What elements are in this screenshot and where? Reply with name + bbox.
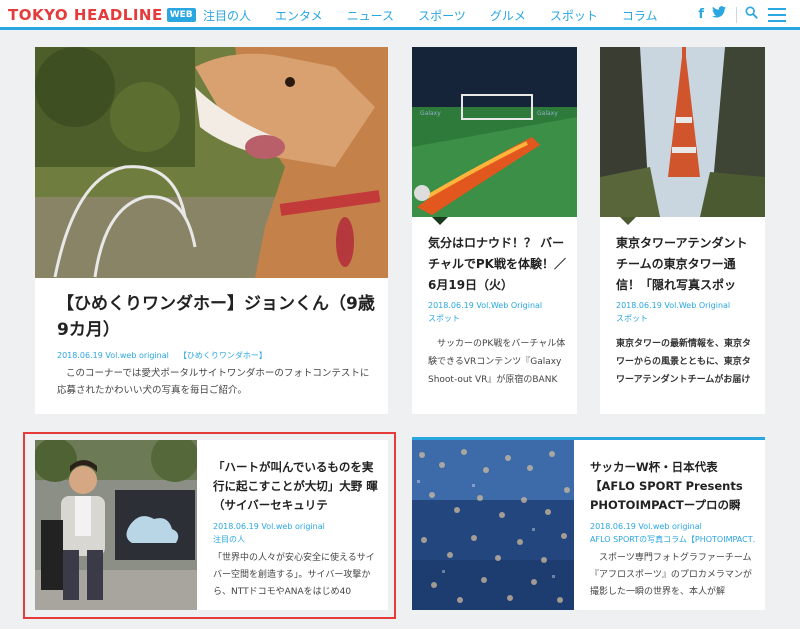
article-meta: 2018.06.19 Vol.Web Original スポット bbox=[616, 299, 758, 325]
search-icon[interactable] bbox=[745, 5, 758, 25]
svg-text:Galaxy: Galaxy bbox=[420, 110, 441, 117]
article-card-dog[interactable]: 【ひめくりワンダホー】ジョンくん（9歳9カ月） 2018.06.19 Vol.w… bbox=[35, 47, 388, 414]
tokyo-tower-photo[interactable] bbox=[600, 47, 765, 217]
nav-item-column[interactable]: コラム bbox=[622, 7, 658, 24]
article-title[interactable]: 【ひめくりワンダホー】ジョンくん（9歳9カ月） bbox=[57, 291, 375, 343]
article-date: 2018.06.19 Vol.web original bbox=[57, 351, 169, 360]
article-meta: 2018.06.19 Vol.Web Original スポット bbox=[428, 299, 570, 325]
article-card-pk[interactable]: Galaxy Galaxy 気分はロナウド！？ バーチャルでPK戦を体験！／6月… bbox=[412, 47, 577, 414]
article-tag[interactable]: スポット bbox=[428, 312, 570, 325]
article-tag[interactable]: スポット bbox=[616, 312, 758, 325]
menu-icon[interactable] bbox=[768, 8, 786, 22]
article-title[interactable]: サッカーW杯・日本代表【AFLO SPORT Presents PHOTOIMP… bbox=[590, 458, 756, 515]
pk-vr-photo[interactable]: Galaxy Galaxy bbox=[412, 47, 577, 217]
svg-text:Galaxy: Galaxy bbox=[537, 110, 558, 117]
site-header: TOKYO HEADLINE WEB 注目の人 エンタメ ニュース スポーツ グ… bbox=[0, 0, 800, 30]
header-divider bbox=[736, 7, 737, 23]
article-tag[interactable]: 【ひめくりワンダホー】 bbox=[179, 351, 267, 360]
nav-item-news[interactable]: ニュース bbox=[347, 7, 394, 24]
nav-item-spot[interactable]: スポット bbox=[550, 7, 598, 24]
nav-item-entertainment[interactable]: エンタメ bbox=[275, 7, 323, 24]
article-date: 2018.06.19 Vol.Web Original bbox=[428, 301, 543, 310]
site-logo[interactable]: TOKYO HEADLINE WEB bbox=[8, 6, 196, 24]
nav-item-sports[interactable]: スポーツ bbox=[418, 7, 466, 24]
soccer-crowd-photo[interactable] bbox=[412, 440, 574, 610]
article-excerpt: 東京タワーの最新情報を、東京タワーからの風景とともに、東京タワーアテンダントチー… bbox=[616, 339, 752, 385]
article-excerpt: 「世界中の人々が安心安全に使えるサイバー空間を創造する」。サイバー攻撃から、NT… bbox=[213, 553, 375, 597]
nav-item-people[interactable]: 注目の人 bbox=[203, 7, 251, 24]
article-date: 2018.06.19 Vol.web original bbox=[213, 522, 325, 531]
article-excerpt: スポーツ専門フォトグラファーチーム『アフロスポーツ』のプロカメラマンが撮影した一… bbox=[590, 553, 752, 597]
article-card-soccer[interactable]: サッカーW杯・日本代表【AFLO SPORT Presents PHOTOIMP… bbox=[412, 440, 765, 610]
article-title[interactable]: 「ハートが叫んでいるものを実行に起こすことが大切」大野 暉（サイバーセキュリテ bbox=[213, 458, 379, 515]
article-meta: 2018.06.19 Vol.web original AFLO SPORTの写… bbox=[590, 520, 756, 546]
nav-item-gourmet[interactable]: グルメ bbox=[490, 7, 526, 24]
article-card-tokyo-tower[interactable]: 東京タワーアテンダントチームの東京タワー通信！「隠れ写真スポッ 2018.06.… bbox=[600, 47, 765, 414]
facebook-icon[interactable]: f bbox=[698, 6, 704, 24]
article-date: 2018.06.19 Vol.Web Original bbox=[616, 301, 731, 310]
thumb-pointer bbox=[620, 217, 636, 225]
article-title[interactable]: 東京タワーアテンダントチームの東京タワー通信！「隠れ写真スポッ bbox=[616, 233, 758, 296]
article-excerpt: このコーナーでは愛犬ポータルサイトワンダホーのフォトコンテストに応募されたかわい… bbox=[57, 368, 370, 396]
article-title[interactable]: 気分はロナウド！？ バーチャルでPK戦を体験！／6月19日（火） bbox=[428, 233, 570, 296]
article-meta: 2018.06.19 Vol.web original 注目の人 bbox=[213, 520, 379, 546]
article-card-interview[interactable]: 「ハートが叫んでいるものを実行に起こすことが大切」大野 暉（サイバーセキュリテ … bbox=[35, 440, 388, 610]
header-icons: f bbox=[690, 5, 786, 25]
article-tag[interactable]: 注目の人 bbox=[213, 533, 379, 546]
article-date: 2018.06.19 Vol.web original bbox=[590, 522, 702, 531]
dog-photo[interactable] bbox=[35, 47, 388, 278]
logo-badge: WEB bbox=[166, 8, 196, 22]
main-nav: 注目の人 エンタメ ニュース スポーツ グルメ スポット コラム bbox=[203, 0, 682, 30]
logo-text: TOKYO HEADLINE bbox=[8, 6, 163, 24]
twitter-icon[interactable] bbox=[712, 6, 726, 24]
article-tag[interactable]: AFLO SPORTの写真コラム【PHOTOIMPACT… bbox=[590, 533, 756, 546]
thumb-pointer bbox=[432, 217, 448, 225]
interview-photo[interactable] bbox=[35, 440, 197, 610]
article-excerpt: サッカーのPK戦をバーチャル体験できるVRコンテンツ『Galaxy Shoot-… bbox=[428, 339, 566, 385]
article-meta: 2018.06.19 Vol.web original 【ひめくりワンダホー】 bbox=[57, 349, 375, 362]
